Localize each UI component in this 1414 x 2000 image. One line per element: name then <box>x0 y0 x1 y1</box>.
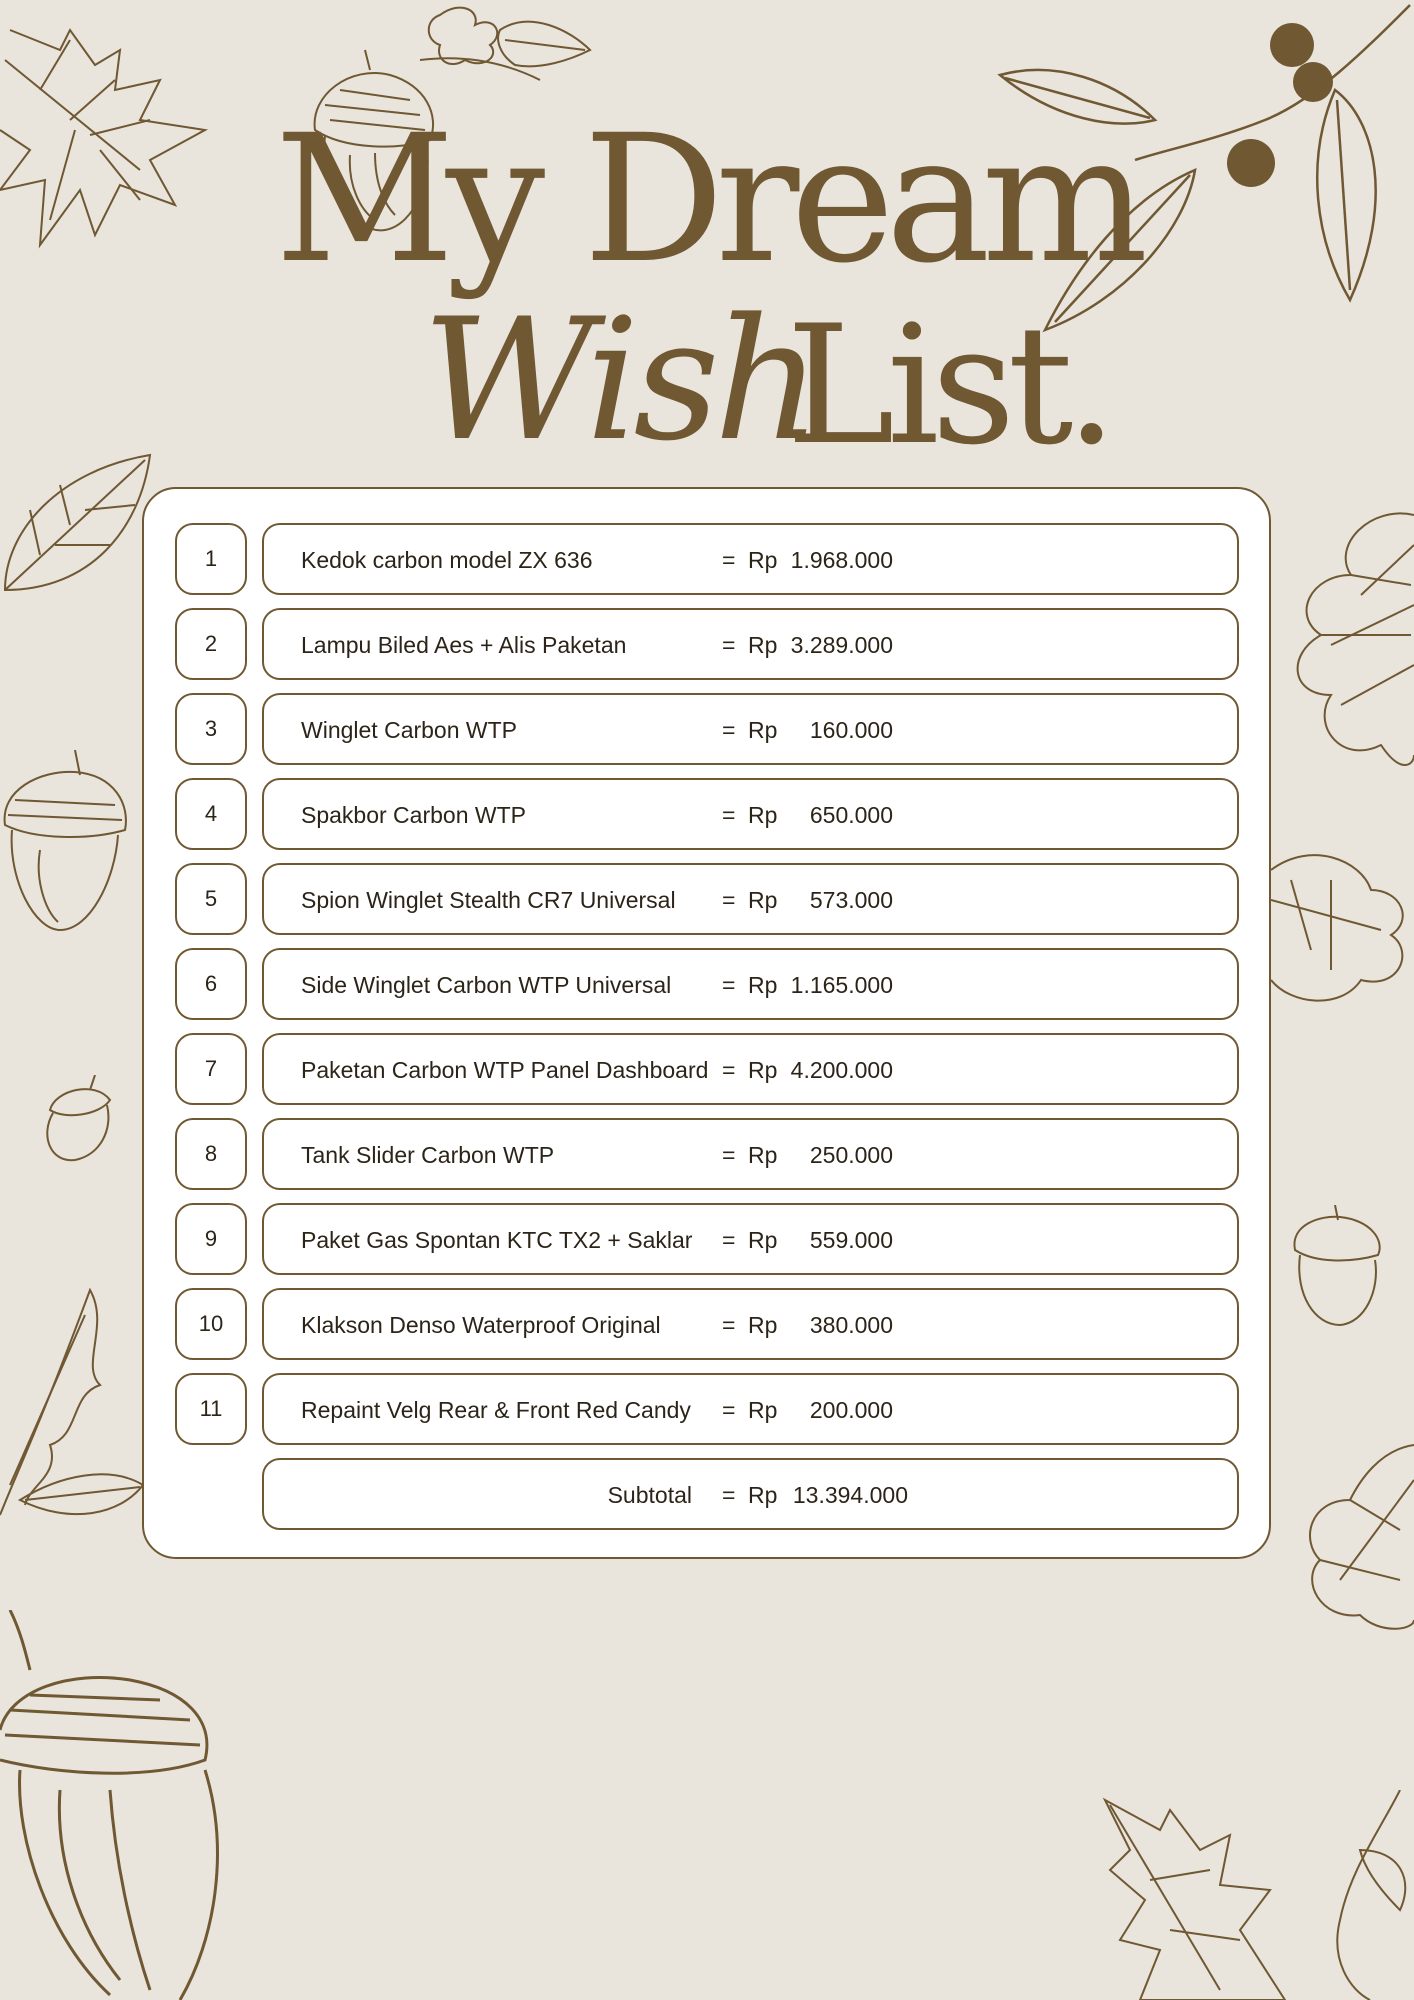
item-box: Tank Slider Carbon WTP = Rp 250.000 <box>262 1118 1239 1190</box>
item-number: 8 <box>175 1118 247 1190</box>
item-price: 160.000 <box>809 717 893 743</box>
equals-sign: = <box>722 1142 736 1168</box>
equals-sign: = <box>722 802 736 828</box>
item-price: 3.289.000 <box>790 632 893 658</box>
item-price: 380.000 <box>809 1312 893 1338</box>
list-item: 2 Lampu Biled Aes + Alis Paketan = Rp 3.… <box>144 608 1273 680</box>
item-box: Paket Gas Spontan KTC TX2 + Saklar = Rp … <box>262 1203 1239 1275</box>
oak-leaf-icon <box>0 1285 145 1555</box>
item-box: Side Winglet Carbon WTP Universal = Rp 1… <box>262 948 1239 1020</box>
item-price: 573.000 <box>809 887 893 913</box>
item-price: 200.000 <box>809 1397 893 1423</box>
list-item: 6 Side Winglet Carbon WTP Universal = Rp… <box>144 948 1273 1020</box>
item-box: Lampu Biled Aes + Alis Paketan = Rp 3.28… <box>262 608 1239 680</box>
list-item: 5 Spion Winglet Stealth CR7 Universal = … <box>144 863 1273 935</box>
item-box: Repaint Velg Rear & Front Red Candy = Rp… <box>262 1373 1239 1445</box>
maple-leaf-icon <box>1100 1790 1414 2000</box>
equals-sign: = <box>722 1482 736 1508</box>
subtotal-box: Subtotal = Rp 13.394.000 <box>262 1458 1239 1530</box>
acorn-icon <box>0 1610 230 2000</box>
item-number: 7 <box>175 1033 247 1105</box>
oak-leaf-icon <box>1290 1440 1414 1635</box>
equals-sign: = <box>722 1227 736 1253</box>
list-item: 3 Winglet Carbon WTP = Rp 160.000 <box>144 693 1273 765</box>
item-price: 650.000 <box>809 802 893 828</box>
item-name: Kedok carbon model ZX 636 <box>301 547 593 573</box>
item-name: Paketan Carbon WTP Panel Dashboard <box>301 1057 709 1083</box>
title-list: List. <box>786 290 1118 481</box>
equals-sign: = <box>722 717 736 743</box>
item-name: Paket Gas Spontan KTC TX2 + Saklar <box>301 1227 693 1253</box>
item-price: 4.200.000 <box>790 1057 893 1083</box>
acorn-icon <box>0 750 130 935</box>
item-name: Tank Slider Carbon WTP <box>301 1142 555 1168</box>
item-number: 4 <box>175 778 247 850</box>
subtotal-amount: 13.394.000 <box>792 1482 908 1508</box>
item-box: Klakson Denso Waterproof Original = Rp 3… <box>262 1288 1239 1360</box>
title-my-dream: My Dream <box>274 97 1149 302</box>
subtotal-label: Subtotal <box>607 1482 692 1508</box>
item-number: 3 <box>175 693 247 765</box>
item-box: Spion Winglet Stealth CR7 Universal = Rp… <box>262 863 1239 935</box>
item-name: Winglet Carbon WTP <box>301 717 518 743</box>
item-price: 250.000 <box>809 1142 893 1168</box>
item-name: Spion Winglet Stealth CR7 Universal <box>301 887 676 913</box>
list-item: 7 Paketan Carbon WTP Panel Dashboard = R… <box>144 1033 1273 1105</box>
item-number: 1 <box>175 523 247 595</box>
item-number: 10 <box>175 1288 247 1360</box>
item-number: 2 <box>175 608 247 680</box>
item-number: 6 <box>175 948 247 1020</box>
equals-sign: = <box>722 547 736 573</box>
oak-leaf-icon <box>0 450 160 605</box>
oak-leaf-icon <box>1271 485 1414 785</box>
item-name: Spakbor Carbon WTP <box>301 802 526 828</box>
equals-sign: = <box>722 632 736 658</box>
item-box: Kedok carbon model ZX 636 = Rp 1.968.000 <box>262 523 1239 595</box>
wishlist-card: 1 Kedok carbon model ZX 636 = Rp 1.968.0… <box>142 487 1271 1559</box>
equals-sign: = <box>722 887 736 913</box>
item-name: Klakson Denso Waterproof Original <box>301 1312 661 1338</box>
item-number: 9 <box>175 1203 247 1275</box>
acorn-icon <box>35 1075 120 1165</box>
item-name: Side Winglet Carbon WTP Universal <box>301 972 672 998</box>
subtotal-row: Subtotal = Rp 13.394.000 <box>144 1458 1273 1530</box>
equals-sign: = <box>722 1312 736 1338</box>
item-price: 1.165.000 <box>790 972 893 998</box>
list-item: 11 Repaint Velg Rear & Front Red Candy =… <box>144 1373 1273 1445</box>
equals-sign: = <box>722 1057 736 1083</box>
item-name: Lampu Biled Aes + Alis Paketan <box>301 632 627 658</box>
item-price: 1.968.000 <box>790 547 893 573</box>
item-price: 559.000 <box>809 1227 893 1253</box>
list-item: 10 Klakson Denso Waterproof Original = R… <box>144 1288 1273 1360</box>
oak-leaf-icon <box>1271 840 1414 1015</box>
acorn-icon <box>1290 1205 1385 1330</box>
title-wish: Wish <box>422 282 822 478</box>
item-box: Spakbor Carbon WTP = Rp 650.000 <box>262 778 1239 850</box>
list-item: 1 Kedok carbon model ZX 636 = Rp 1.968.0… <box>144 523 1273 595</box>
equals-sign: = <box>722 972 736 998</box>
item-box: Paketan Carbon WTP Panel Dashboard = Rp … <box>262 1033 1239 1105</box>
item-number: 5 <box>175 863 247 935</box>
list-item: 8 Tank Slider Carbon WTP = Rp 250.000 <box>144 1118 1273 1190</box>
item-box: Winglet Carbon WTP = Rp 160.000 <box>262 693 1239 765</box>
item-name: Repaint Velg Rear & Front Red Candy <box>301 1397 691 1423</box>
list-item: 9 Paket Gas Spontan KTC TX2 + Saklar = R… <box>144 1203 1273 1275</box>
equals-sign: = <box>722 1397 736 1423</box>
list-item: 4 Spakbor Carbon WTP = Rp 650.000 <box>144 778 1273 850</box>
title-line-2: Wish List. <box>420 282 1118 478</box>
item-number: 11 <box>175 1373 247 1445</box>
